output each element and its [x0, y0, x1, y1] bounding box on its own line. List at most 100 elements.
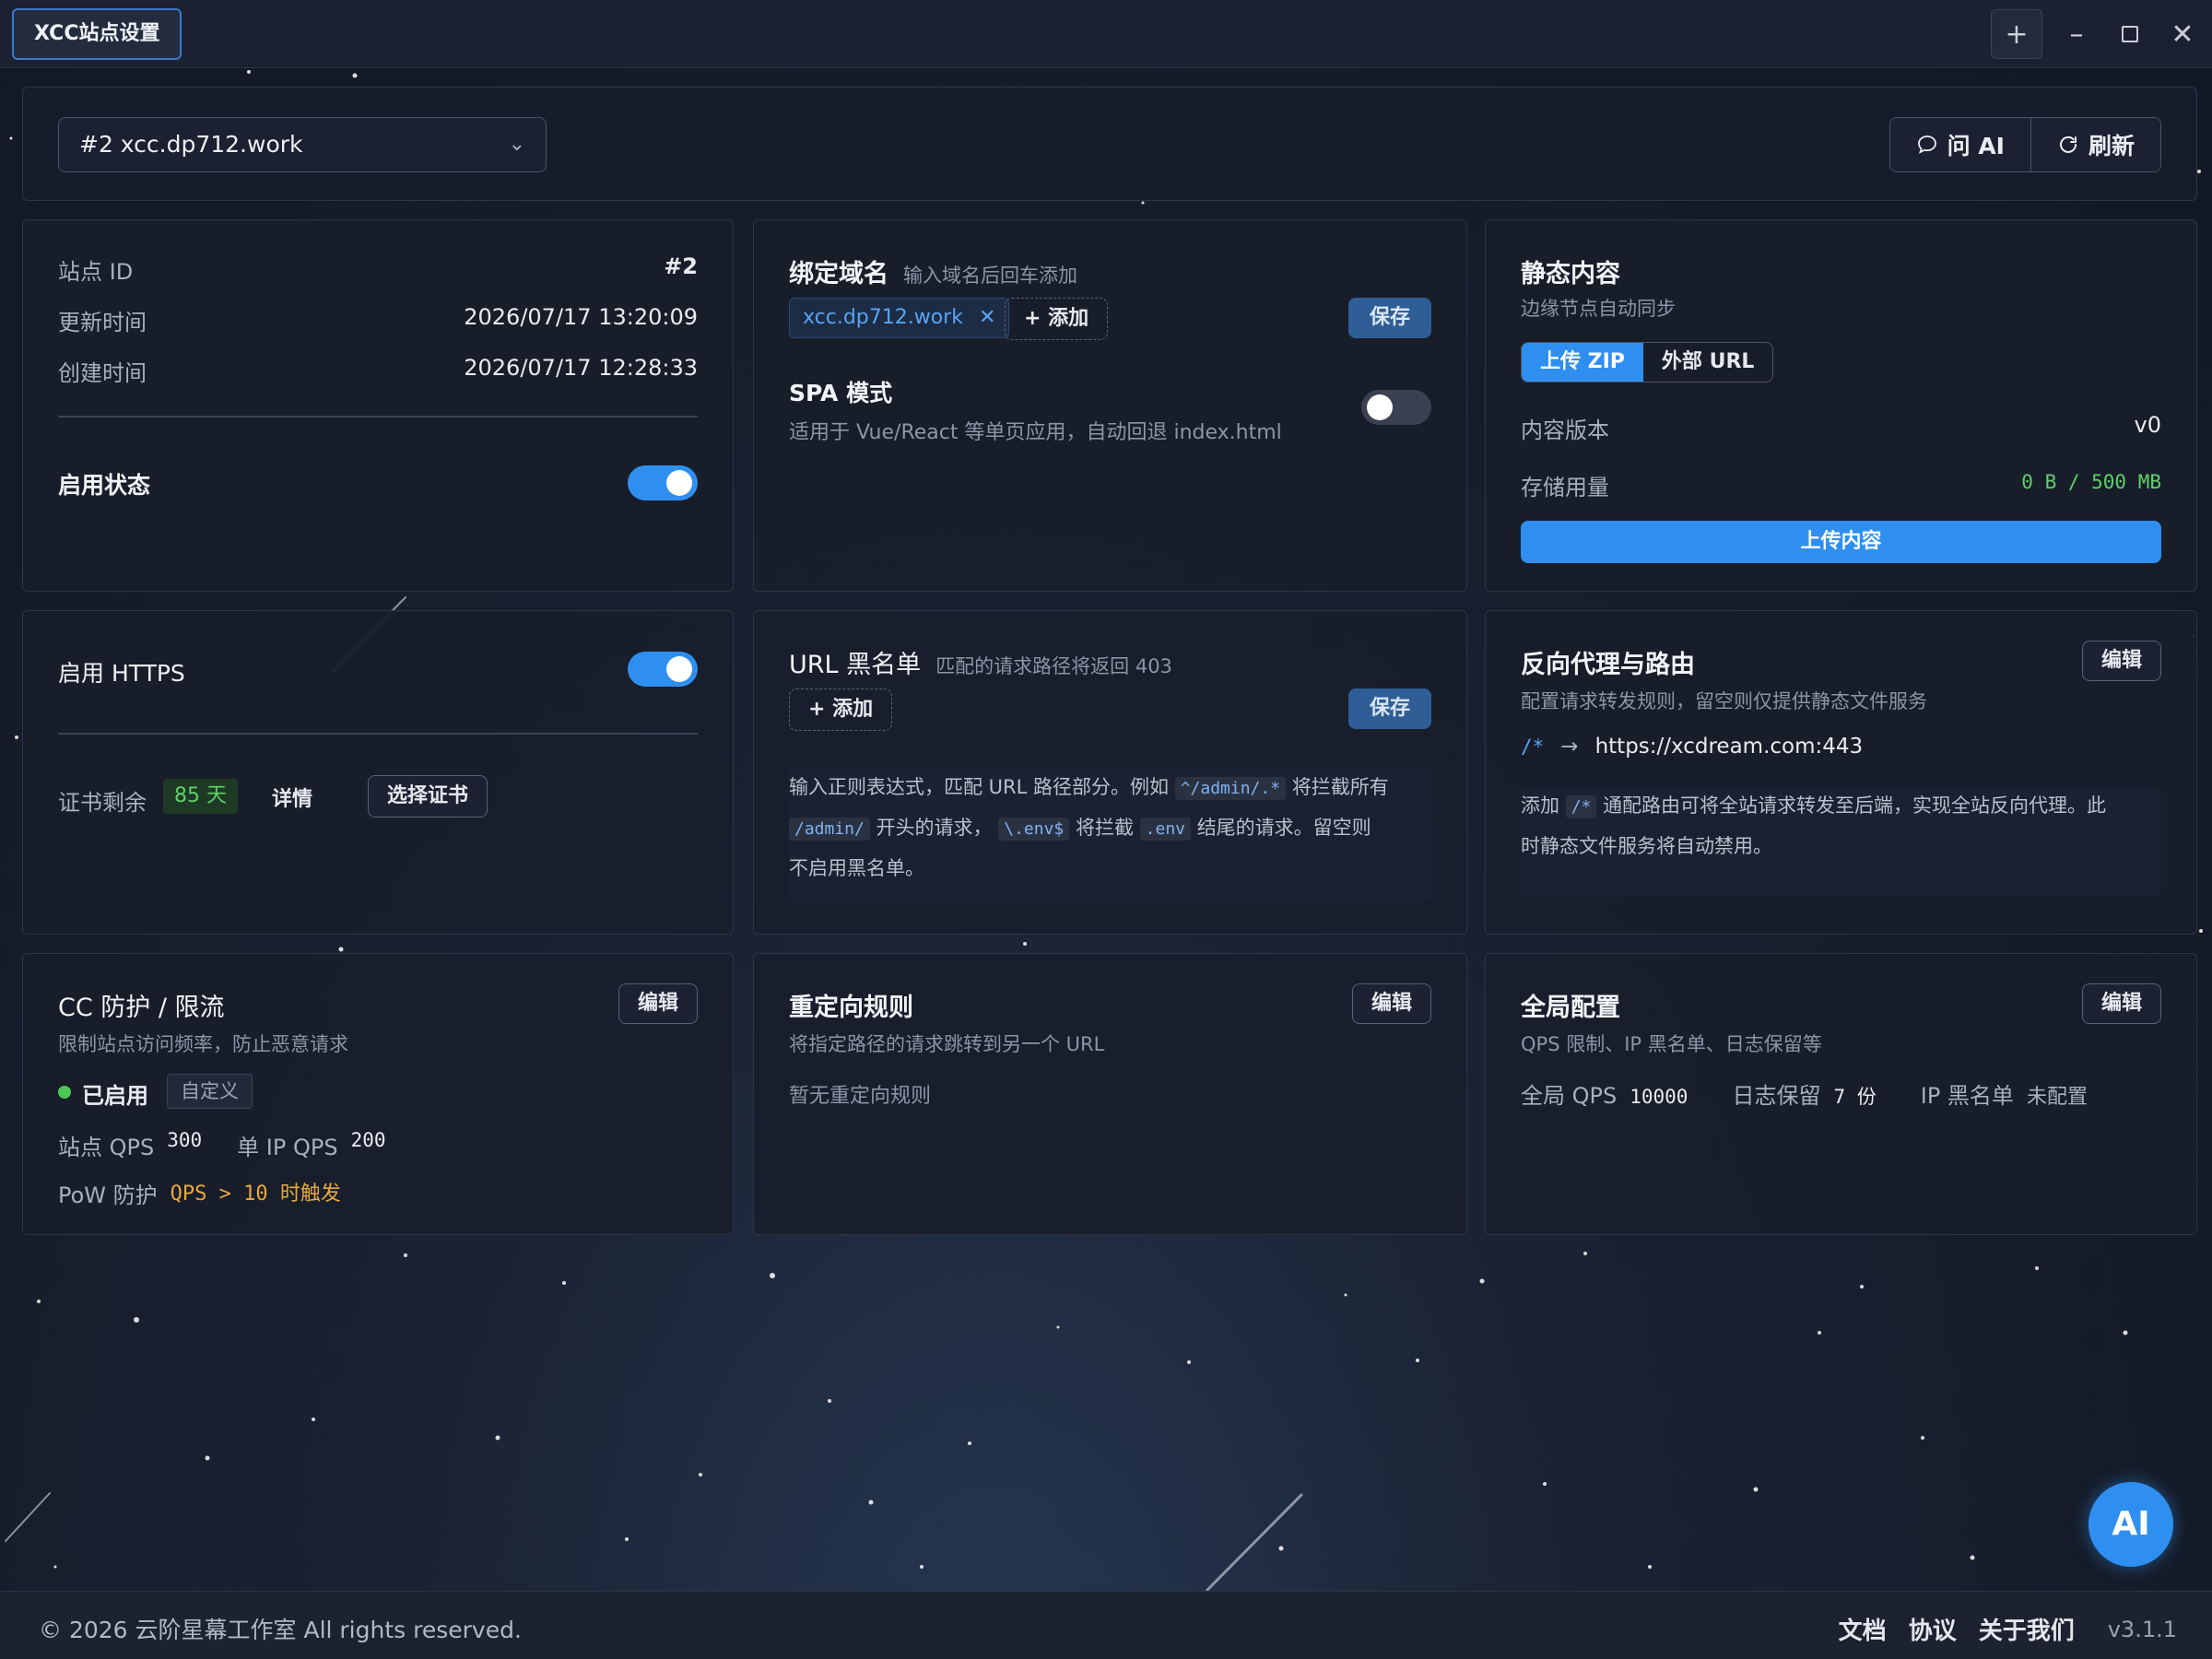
chevron-down-icon: ⌄ [508, 133, 525, 156]
route-target: https://xcdream.com:443 [1594, 735, 1864, 759]
site-id-value: #2 [664, 253, 698, 279]
reverse-proxy-card: 反向代理与路由 编辑 配置请求转发规则，留空则仅提供静态文件服务 /* → ht… [1485, 610, 2197, 935]
note-text: 添加 [1521, 794, 1559, 817]
log-retention-label: 日志保留 [1732, 1083, 1821, 1109]
cc-mode-badge: 自定义 [167, 1074, 253, 1109]
enabled-status-toggle[interactable] [628, 465, 698, 500]
divider [58, 733, 698, 735]
upload-mode-segmented: 上传 ZIP 外部 URL [1521, 342, 1774, 382]
tab-external-url[interactable]: 外部 URL [1643, 343, 1772, 382]
about-link[interactable]: 关于我们 [1979, 1612, 2075, 1646]
redirect-rules-subtitle: 将指定路径的请求跳转到另一个 URL [789, 1033, 1105, 1055]
ask-ai-label: 问 AI [1947, 133, 2005, 159]
arrow-right-icon: → [1560, 735, 1579, 759]
static-content-title: 静态内容 [1521, 260, 1620, 288]
global-qps-label: 全局 QPS [1521, 1083, 1618, 1109]
save-domains-button[interactable]: 保存 [1348, 298, 1431, 338]
cc-status-text: 已启用 [82, 1083, 148, 1109]
static-content-subtitle: 边缘节点自动同步 [1521, 298, 1676, 320]
ip-blacklist-value: 未配置 [2026, 1086, 2088, 1109]
close-button[interactable]: ✕ [2157, 9, 2208, 59]
ask-ai-button[interactable]: 问 AI [1889, 118, 2030, 171]
redirect-rules-card: 重定向规则 编辑 将指定路径的请求跳转到另一个 URL 暂无重定向规则 [753, 953, 1467, 1235]
cert-days-badge: 85 天 [163, 779, 238, 814]
close-icon: ✕ [2171, 18, 2194, 51]
edit-redirect-button[interactable]: 编辑 [1351, 983, 1431, 1024]
proxy-note: 添加 /* 通配路由可将全站请求转发至后端，实现全站反向代理。此 时静态文件服务… [1521, 786, 2161, 897]
footer: © 2026 云阶星幕工作室 All rights reserved. 文档 协… [0, 1591, 2212, 1659]
remove-tag-icon[interactable]: ✕ [979, 306, 995, 329]
help-text: 不启用黑名单。 [789, 857, 924, 879]
edit-cc-button[interactable]: 编辑 [618, 983, 698, 1024]
spa-mode-toggle[interactable] [1361, 390, 1431, 425]
site-toolbar: #2 xcc.dp712.work ⌄ 问 AI 刷新 [22, 87, 2197, 201]
bound-domains-title: 绑定域名 [789, 260, 888, 288]
new-tab-button[interactable]: + [1991, 9, 2042, 59]
upload-content-button[interactable]: 上传内容 [1521, 521, 2161, 563]
edit-proxy-button[interactable]: 编辑 [2081, 641, 2161, 681]
site-selector[interactable]: #2 xcc.dp712.work ⌄ [58, 117, 547, 172]
ip-qps-label: 单 IP QPS [237, 1135, 338, 1160]
site-selector-value: #2 xcc.dp712.work [79, 131, 303, 158]
status-dot-icon [58, 1086, 71, 1099]
refresh-icon [2059, 135, 2077, 153]
save-blacklist-button[interactable]: 保存 [1348, 688, 1431, 729]
reverse-proxy-title: 反向代理与路由 [1521, 651, 1695, 679]
terms-link[interactable]: 协议 [1909, 1612, 1957, 1646]
cert-remaining-label: 证书剩余 [58, 790, 147, 816]
spa-mode-title: SPA 模式 [789, 380, 893, 406]
url-blacklist-title: URL 黑名单 [789, 651, 922, 679]
storage-usage-value: 0 B / 500 MB [2021, 471, 2161, 493]
docs-link[interactable]: 文档 [1839, 1612, 1887, 1646]
site-id-label: 站点 ID [58, 259, 134, 285]
title-bar: XCC站点设置 + – ✕ [0, 0, 2212, 68]
url-blacklist-card: URL 黑名单 匹配的请求路径将返回 403 + 添加 保存 输入正则表达式，匹… [753, 610, 1467, 935]
edit-global-button[interactable]: 编辑 [2081, 983, 2161, 1024]
footer-links: 文档 协议 关于我们 v3.1.1 [1839, 1612, 2177, 1646]
plus-icon: + [2005, 18, 2029, 51]
help-text: 将拦截所有 [1291, 776, 1389, 798]
site-qps-label: 站点 QPS [58, 1135, 155, 1160]
help-text: 结尾的请求。留空则 [1196, 817, 1371, 839]
spa-mode-desc: 适用于 Vue/React 等单页应用，自动回退 index.html [789, 421, 1282, 444]
global-config-card: 全局配置 编辑 QPS 限制、IP 黑名单、日志保留等 全局 QPS 10000… [1485, 953, 2197, 1235]
content-version-value: v0 [2134, 412, 2161, 438]
add-domain-button[interactable]: + 添加 [1005, 298, 1109, 340]
choose-cert-button[interactable]: 选择证书 [368, 775, 488, 818]
tab-upload-zip[interactable]: 上传 ZIP [1522, 343, 1643, 382]
log-retention-value: 7 份 [1833, 1086, 1877, 1108]
updated-time-value: 2026/07/17 13:20:09 [464, 304, 698, 330]
code-example: \.env$ [998, 818, 1070, 841]
created-time-label: 创建时间 [58, 360, 147, 386]
ai-assistant-button[interactable]: AI [2088, 1482, 2173, 1567]
route-path: /* [1521, 735, 1545, 758]
code-example: /admin/ [789, 818, 870, 841]
cc-protection-title: CC 防护 / 限流 [58, 994, 225, 1022]
https-toggle[interactable] [628, 652, 698, 687]
help-text: 输入正则表达式，匹配 URL 路径部分。例如 [789, 776, 1170, 798]
maximize-button[interactable] [2104, 9, 2156, 59]
global-config-subtitle: QPS 限制、IP 黑名单、日志保留等 [1521, 1033, 1822, 1055]
app-tab-title[interactable]: XCC站点设置 [12, 8, 182, 60]
note-text: 时静态文件服务将自动禁用。 [1521, 835, 1772, 857]
redirect-empty-text: 暂无重定向规则 [789, 1085, 932, 1108]
cert-detail-link[interactable]: 详情 [272, 782, 312, 812]
code-example: ^/admin/.* [1174, 777, 1287, 800]
minimize-button[interactable]: – [2051, 9, 2102, 59]
global-qps-value: 10000 [1630, 1086, 1688, 1108]
reverse-proxy-subtitle: 配置请求转发规则，留空则仅提供静态文件服务 [1521, 690, 1927, 712]
updated-time-label: 更新时间 [58, 310, 147, 335]
note-text: 通配路由可将全站请求转发至后端，实现全站反向代理。此 [1603, 794, 2107, 817]
code-example: /* [1565, 795, 1597, 818]
refresh-button[interactable]: 刷新 [2030, 118, 2160, 171]
site-qps-value: 300 [167, 1129, 203, 1151]
copyright-text: © 2026 云阶星幕工作室 All rights reserved. [39, 1617, 522, 1643]
blacklist-help-text: 输入正则表达式，匹配 URL 路径部分。例如 ^/admin/.* 将拦截所有 … [789, 768, 1431, 902]
bound-domains-hint: 输入域名后回车添加 [903, 265, 1077, 287]
domain-tag-label: xcc.dp712.work [803, 306, 963, 329]
minimize-icon: – [2069, 18, 2084, 51]
storage-usage-label: 存储用量 [1521, 475, 1609, 500]
chat-icon [1917, 135, 1936, 154]
add-blacklist-button[interactable]: + 添加 [789, 688, 893, 731]
ip-blacklist-label: IP 黑名单 [1920, 1083, 2014, 1109]
